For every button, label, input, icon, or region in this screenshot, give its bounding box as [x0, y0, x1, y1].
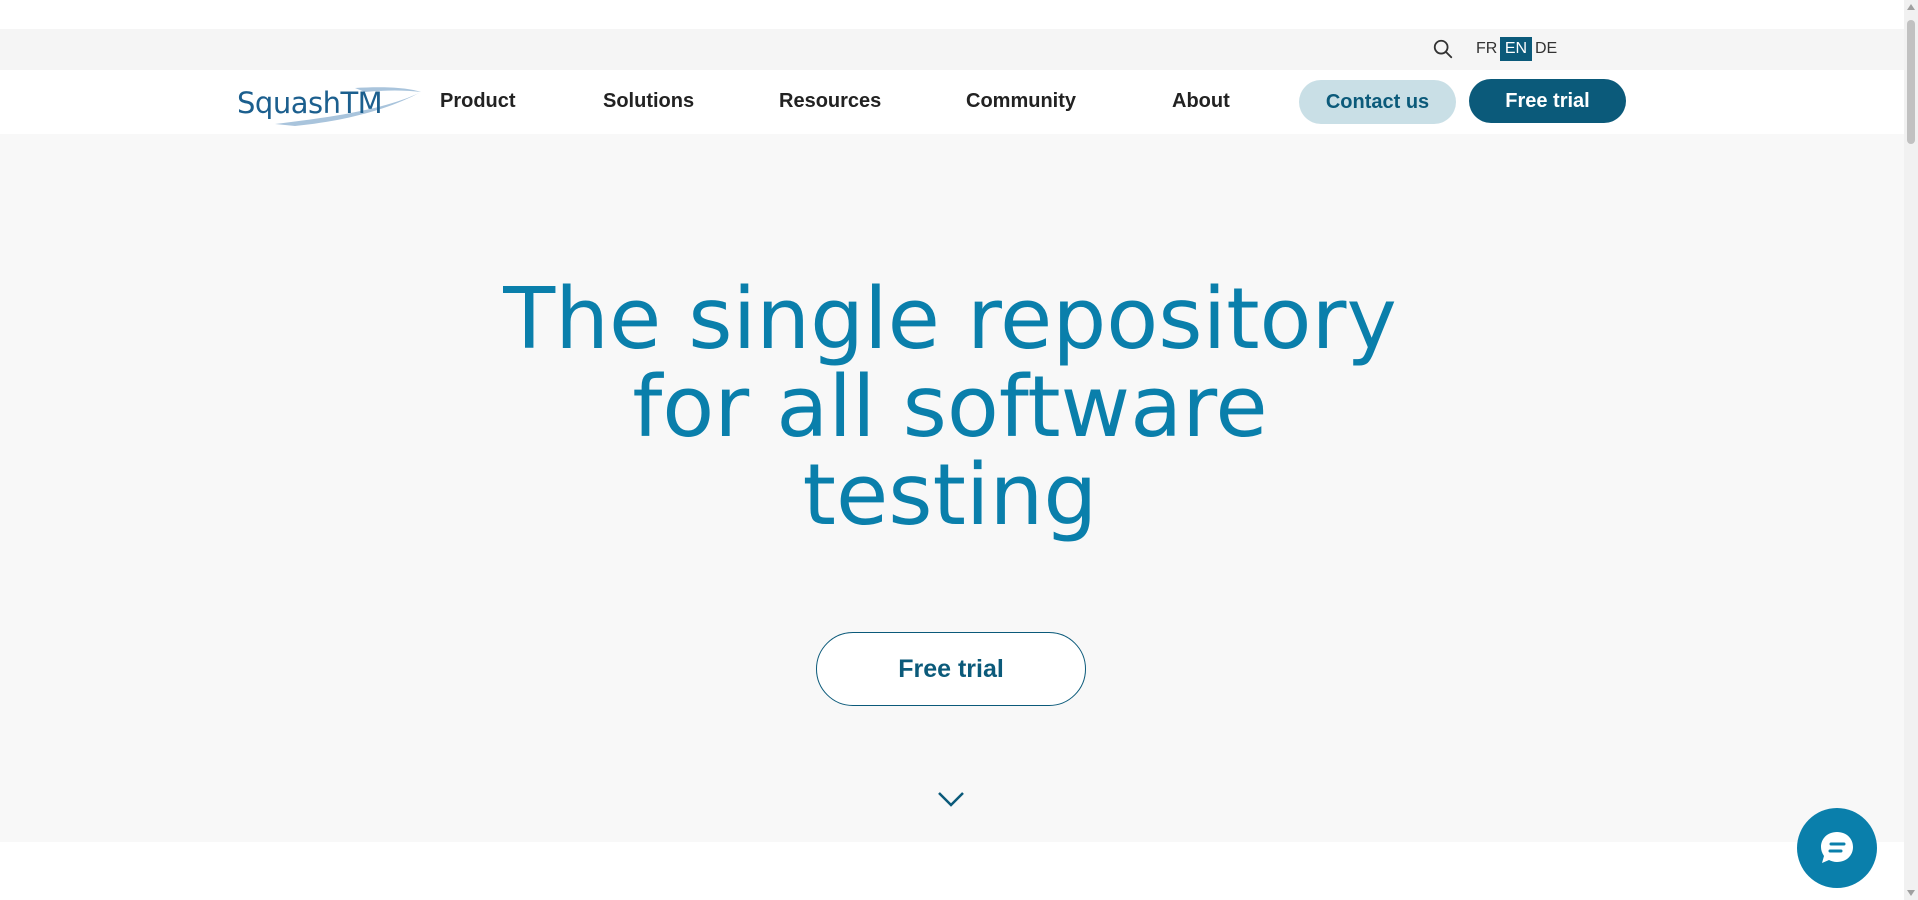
- hero-title-line-1: The single repository: [503, 270, 1397, 369]
- language-fr[interactable]: FR: [1472, 37, 1501, 61]
- squashtm-logo[interactable]: SquashTM: [235, 80, 421, 126]
- language-de[interactable]: DE: [1531, 37, 1561, 61]
- hero-free-trial-button[interactable]: Free trial: [816, 632, 1086, 706]
- hero-title: The single repository for all software t…: [440, 276, 1460, 540]
- main-header: SquashTM Product Solutions Resources Com…: [0, 70, 1904, 134]
- scroll-up-arrow-icon[interactable]: [1907, 4, 1915, 10]
- contact-us-button[interactable]: Contact us: [1299, 80, 1456, 124]
- hero-title-line-3: testing: [802, 446, 1098, 545]
- vertical-scrollbar[interactable]: [1904, 0, 1918, 900]
- chat-button[interactable]: [1797, 808, 1877, 888]
- scrollbar-thumb[interactable]: [1907, 20, 1915, 144]
- nav-solutions[interactable]: Solutions: [603, 90, 694, 113]
- logo-text: SquashTM: [237, 86, 383, 120]
- chevron-down-icon[interactable]: [937, 789, 965, 809]
- page: FR EN DE SquashTM Product Solutions Reso…: [0, 0, 1918, 900]
- utility-bar: FR EN DE: [0, 29, 1904, 70]
- search-icon[interactable]: [1432, 38, 1454, 60]
- hero-title-line-2: for all software: [632, 358, 1268, 457]
- scroll-down-arrow-icon[interactable]: [1907, 890, 1915, 896]
- nav-product[interactable]: Product: [440, 90, 516, 113]
- hero-section: The single repository for all software t…: [0, 134, 1904, 842]
- nav-community[interactable]: Community: [966, 90, 1076, 113]
- chat-icon: [1821, 832, 1853, 863]
- nav-resources[interactable]: Resources: [779, 90, 881, 113]
- header-free-trial-button[interactable]: Free trial: [1469, 79, 1626, 123]
- language-en-active[interactable]: EN: [1500, 37, 1532, 61]
- nav-about[interactable]: About: [1172, 90, 1230, 113]
